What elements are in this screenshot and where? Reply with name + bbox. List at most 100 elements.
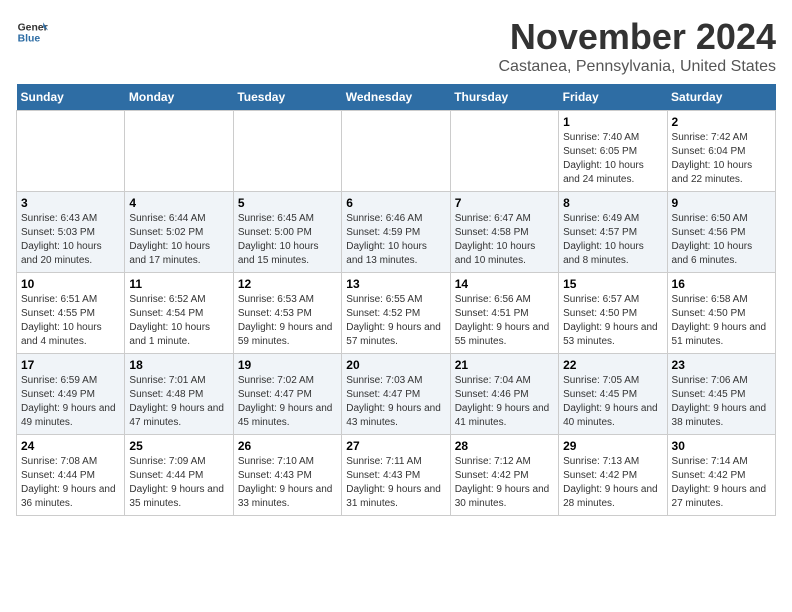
- day-number: 7: [455, 196, 554, 210]
- day-info: Sunrise: 7:12 AMSunset: 4:42 PMDaylight:…: [455, 455, 554, 511]
- calendar-table: SundayMondayTuesdayWednesdayThursdayFrid…: [16, 84, 776, 516]
- logo-icon: General Blue: [16, 16, 48, 48]
- day-info: Sunrise: 7:42 AMSunset: 6:04 PMDaylight:…: [672, 131, 771, 187]
- day-info: Sunrise: 7:14 AMSunset: 4:42 PMDaylight:…: [672, 455, 771, 511]
- location: Castanea, Pennsylvania, United States: [499, 58, 777, 76]
- day-cell: 27 Sunrise: 7:11 AMSunset: 4:43 PMDayligh…: [342, 435, 450, 516]
- day-info: Sunrise: 7:06 AMSunset: 4:45 PMDaylight:…: [672, 374, 771, 430]
- day-cell: 26 Sunrise: 7:10 AMSunset: 4:43 PMDayligh…: [233, 435, 341, 516]
- day-number: 8: [563, 196, 662, 210]
- day-number: 11: [129, 277, 228, 291]
- day-info: Sunrise: 7:13 AMSunset: 4:42 PMDaylight:…: [563, 455, 662, 511]
- day-info: Sunrise: 6:49 AMSunset: 4:57 PMDaylight:…: [563, 212, 662, 268]
- day-cell: [233, 111, 341, 192]
- day-info: Sunrise: 7:02 AMSunset: 4:47 PMDaylight:…: [238, 374, 337, 430]
- day-cell: 4Sunrise: 6:44 AMSunset: 5:02 PMDaylight…: [125, 192, 233, 273]
- week-row-3: 17Sunrise: 6:59 AMSunset: 4:49 PMDayligh…: [17, 354, 776, 435]
- day-cell: 22 Sunrise: 7:05 AMSunset: 4:45 PMDayligh…: [559, 354, 667, 435]
- weekday-header-sunday: Sunday: [17, 84, 125, 111]
- day-cell: 8 Sunrise: 6:49 AMSunset: 4:57 PMDaylight…: [559, 192, 667, 273]
- weekday-header-monday: Monday: [125, 84, 233, 111]
- weekday-header-tuesday: Tuesday: [233, 84, 341, 111]
- day-info: Sunrise: 7:05 AMSunset: 4:45 PMDaylight:…: [563, 374, 662, 430]
- day-info: Sunrise: 6:43 AMSunset: 5:03 PMDaylight:…: [21, 212, 120, 268]
- day-number: 26: [238, 439, 337, 453]
- day-number: 2: [672, 115, 771, 129]
- day-info: Sunrise: 6:47 AMSunset: 4:58 PMDaylight:…: [455, 212, 554, 268]
- day-number: 13: [346, 277, 445, 291]
- day-number: 29: [563, 439, 662, 453]
- day-cell: 7 Sunrise: 6:47 AMSunset: 4:58 PMDaylight…: [450, 192, 558, 273]
- day-cell: 29 Sunrise: 7:13 AMSunset: 4:42 PMDayligh…: [559, 435, 667, 516]
- day-cell: [125, 111, 233, 192]
- day-info: Sunrise: 7:04 AMSunset: 4:46 PMDaylight:…: [455, 374, 554, 430]
- header: General Blue November 2024 Castanea, Pen…: [16, 16, 776, 76]
- day-number: 1: [563, 115, 662, 129]
- day-cell: 18 Sunrise: 7:01 AMSunset: 4:48 PMDayligh…: [125, 354, 233, 435]
- day-cell: [342, 111, 450, 192]
- day-number: 3: [21, 196, 120, 210]
- day-cell: 5 Sunrise: 6:45 AMSunset: 5:00 PMDaylight…: [233, 192, 341, 273]
- week-row-4: 24 Sunrise: 7:08 AMSunset: 4:44 PMDayligh…: [17, 435, 776, 516]
- day-cell: 1 Sunrise: 7:40 AMSunset: 6:05 PMDaylight…: [559, 111, 667, 192]
- day-info: Sunrise: 7:10 AMSunset: 4:43 PMDaylight:…: [238, 455, 337, 511]
- day-number: 25: [129, 439, 228, 453]
- day-cell: [450, 111, 558, 192]
- day-cell: 14 Sunrise: 6:56 AMSunset: 4:51 PMDayligh…: [450, 273, 558, 354]
- day-info: Sunrise: 6:58 AMSunset: 4:50 PMDaylight:…: [672, 293, 771, 349]
- day-number: 5: [238, 196, 337, 210]
- weekday-header-friday: Friday: [559, 84, 667, 111]
- day-cell: 9Sunrise: 6:50 AMSunset: 4:56 PMDaylight…: [667, 192, 775, 273]
- day-cell: 30 Sunrise: 7:14 AMSunset: 4:42 PMDayligh…: [667, 435, 775, 516]
- day-info: Sunrise: 6:53 AMSunset: 4:53 PMDaylight:…: [238, 293, 337, 349]
- day-info: Sunrise: 7:01 AMSunset: 4:48 PMDaylight:…: [129, 374, 228, 430]
- day-number: 22: [563, 358, 662, 372]
- title-area: November 2024 Castanea, Pennsylvania, Un…: [499, 16, 777, 76]
- day-number: 12: [238, 277, 337, 291]
- week-row-2: 10Sunrise: 6:51 AMSunset: 4:55 PMDayligh…: [17, 273, 776, 354]
- logo: General Blue: [16, 16, 48, 48]
- day-number: 16: [672, 277, 771, 291]
- day-info: Sunrise: 7:11 AMSunset: 4:43 PMDaylight:…: [346, 455, 445, 511]
- day-cell: 23 Sunrise: 7:06 AMSunset: 4:45 PMDayligh…: [667, 354, 775, 435]
- day-number: 14: [455, 277, 554, 291]
- day-cell: 28 Sunrise: 7:12 AMSunset: 4:42 PMDayligh…: [450, 435, 558, 516]
- day-number: 21: [455, 358, 554, 372]
- week-row-0: 1 Sunrise: 7:40 AMSunset: 6:05 PMDaylight…: [17, 111, 776, 192]
- day-info: Sunrise: 6:51 AMSunset: 4:55 PMDaylight:…: [21, 293, 120, 349]
- day-number: 30: [672, 439, 771, 453]
- day-cell: [17, 111, 125, 192]
- day-info: Sunrise: 6:55 AMSunset: 4:52 PMDaylight:…: [346, 293, 445, 349]
- day-cell: 16 Sunrise: 6:58 AMSunset: 4:50 PMDayligh…: [667, 273, 775, 354]
- weekday-row: SundayMondayTuesdayWednesdayThursdayFrid…: [17, 84, 776, 111]
- day-number: 17: [21, 358, 120, 372]
- day-cell: 15 Sunrise: 6:57 AMSunset: 4:50 PMDayligh…: [559, 273, 667, 354]
- day-info: Sunrise: 6:52 AMSunset: 4:54 PMDaylight:…: [129, 293, 228, 349]
- calendar-body: 1 Sunrise: 7:40 AMSunset: 6:05 PMDaylight…: [17, 111, 776, 516]
- day-number: 27: [346, 439, 445, 453]
- day-info: Sunrise: 7:40 AMSunset: 6:05 PMDaylight:…: [563, 131, 662, 187]
- day-info: Sunrise: 6:44 AMSunset: 5:02 PMDaylight:…: [129, 212, 228, 268]
- day-number: 15: [563, 277, 662, 291]
- day-cell: 17Sunrise: 6:59 AMSunset: 4:49 PMDayligh…: [17, 354, 125, 435]
- svg-text:Blue: Blue: [18, 34, 41, 45]
- calendar-header: SundayMondayTuesdayWednesdayThursdayFrid…: [17, 84, 776, 111]
- day-number: 24: [21, 439, 120, 453]
- day-info: Sunrise: 7:09 AMSunset: 4:44 PMDaylight:…: [129, 455, 228, 511]
- day-number: 23: [672, 358, 771, 372]
- day-info: Sunrise: 6:57 AMSunset: 4:50 PMDaylight:…: [563, 293, 662, 349]
- weekday-header-saturday: Saturday: [667, 84, 775, 111]
- day-cell: 21 Sunrise: 7:04 AMSunset: 4:46 PMDayligh…: [450, 354, 558, 435]
- day-info: Sunrise: 7:08 AMSunset: 4:44 PMDaylight:…: [21, 455, 120, 511]
- day-number: 18: [129, 358, 228, 372]
- week-row-1: 3 Sunrise: 6:43 AMSunset: 5:03 PMDaylight…: [17, 192, 776, 273]
- day-number: 20: [346, 358, 445, 372]
- day-info: Sunrise: 6:56 AMSunset: 4:51 PMDaylight:…: [455, 293, 554, 349]
- day-info: Sunrise: 6:45 AMSunset: 5:00 PMDaylight:…: [238, 212, 337, 268]
- day-cell: 20Sunrise: 7:03 AMSunset: 4:47 PMDayligh…: [342, 354, 450, 435]
- day-cell: 2 Sunrise: 7:42 AMSunset: 6:04 PMDaylight…: [667, 111, 775, 192]
- month-title: November 2024: [499, 16, 777, 58]
- day-number: 28: [455, 439, 554, 453]
- day-cell: 11 Sunrise: 6:52 AMSunset: 4:54 PMDayligh…: [125, 273, 233, 354]
- day-info: Sunrise: 6:50 AMSunset: 4:56 PMDaylight:…: [672, 212, 771, 268]
